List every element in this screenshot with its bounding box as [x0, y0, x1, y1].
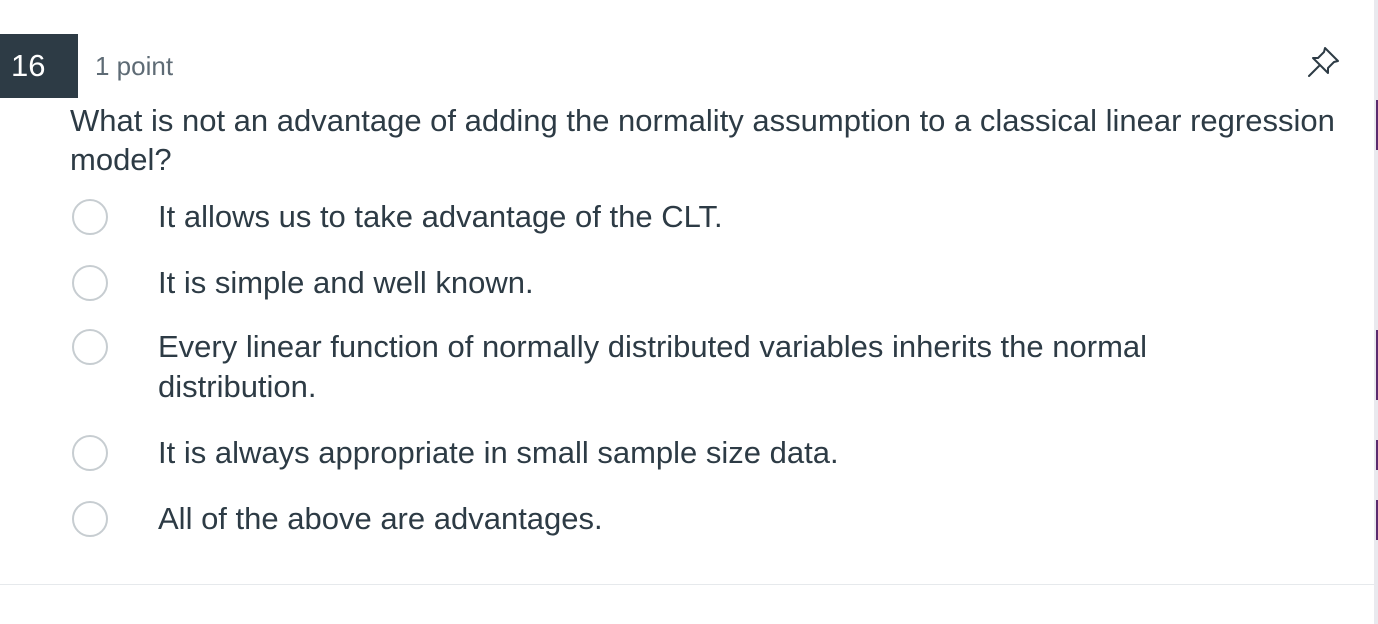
answer-option-label: All of the above are advantages.	[158, 499, 1258, 539]
radio-button-unchecked-icon[interactable]	[72, 199, 108, 235]
answer-option-label: It allows us to take advantage of the CL…	[158, 197, 1258, 237]
answer-option-label: It is always appropriate in small sample…	[158, 433, 1258, 473]
answer-option-label-line: distribution.	[158, 369, 317, 404]
answer-option-label-line: It is always appropriate in small sample…	[158, 435, 839, 470]
answer-option-label-line: Every linear function of normally distri…	[158, 329, 1148, 364]
quiz-page: 16 1 point What is not an advantage of a…	[0, 0, 1378, 624]
question-text-line: model?	[70, 142, 172, 177]
radio-button-unchecked-icon[interactable]	[72, 329, 108, 365]
radio-button-unchecked-icon[interactable]	[72, 265, 108, 301]
answer-option-label-line: All of the above are advantages.	[158, 501, 603, 536]
radio-button-unchecked-icon[interactable]	[72, 435, 108, 471]
question-card: 16 1 point What is not an advantage of a…	[0, 0, 1374, 585]
scroll-edge	[1374, 0, 1378, 624]
question-points: 1 point	[95, 51, 174, 81]
answer-option-label: It is simple and well known.	[158, 263, 1258, 303]
question-number-badge: 16	[0, 34, 78, 98]
radio-button-unchecked-icon[interactable]	[72, 501, 108, 537]
question-text-line: What is not an advantage of adding the n…	[70, 103, 1335, 138]
answer-option-label: Every linear function of normally distri…	[158, 327, 1258, 407]
answer-option-label-line: It allows us to take advantage of the CL…	[158, 199, 723, 234]
answer-option-label-line: It is simple and well known.	[158, 265, 534, 300]
pin-icon[interactable]	[1304, 44, 1342, 82]
question-text: What is not an advantage of adding the n…	[70, 101, 1360, 179]
